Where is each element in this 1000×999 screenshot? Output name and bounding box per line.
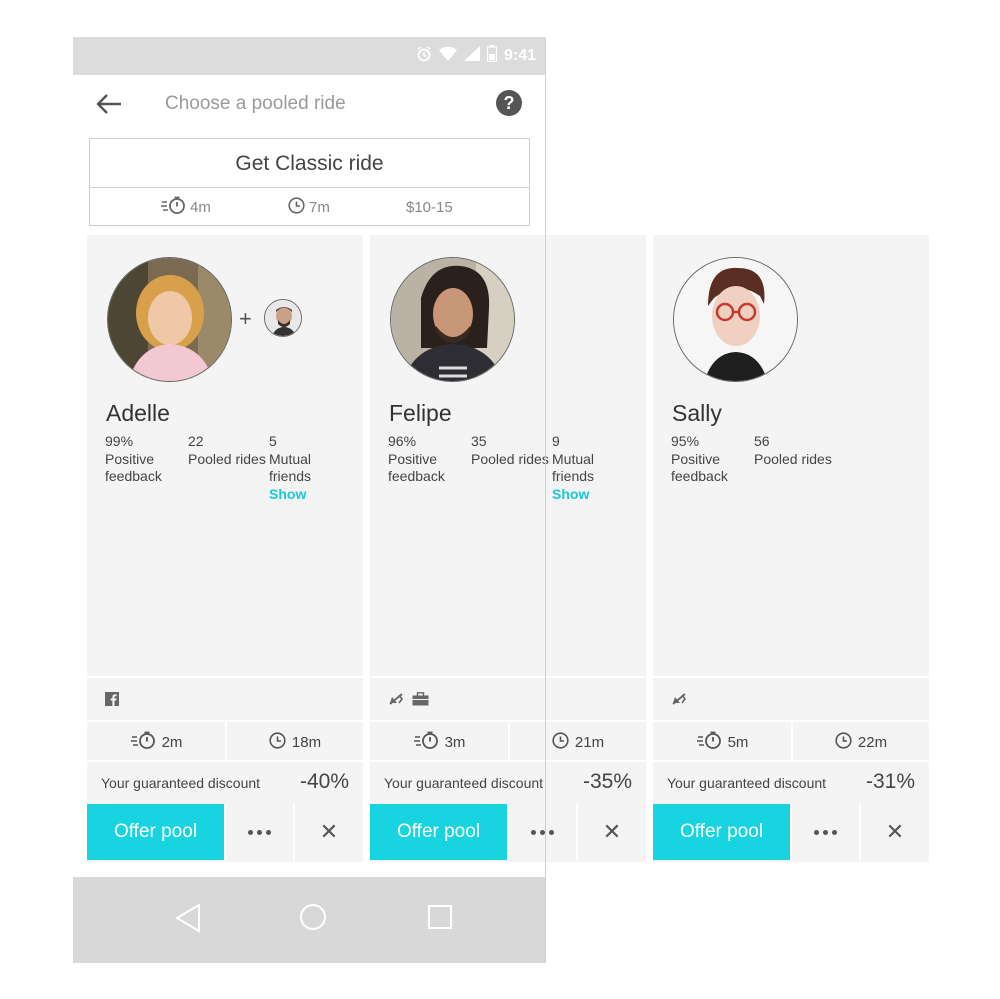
clock-icon [552, 731, 569, 753]
clock-icon [835, 731, 852, 753]
pickup-time: 2m [87, 722, 225, 762]
avatar [390, 257, 515, 382]
status-time: 9:41 [503, 47, 536, 64]
avatar [673, 257, 798, 382]
rides-stat: 56 Pooled rides [754, 433, 832, 467]
alarm-icon [416, 45, 432, 67]
ride-card[interactable]: + Adelle 99% Positive feedback 22 Pooled… [87, 235, 363, 862]
avatar [107, 257, 232, 382]
action-row: Offer pool ✕ [370, 804, 646, 862]
classic-ride-box: Get Classic ride 4m 7m $10-15 [89, 138, 530, 226]
nav-recents-icon[interactable] [428, 905, 452, 934]
nav-back-icon[interactable] [174, 903, 202, 938]
no-smoking-icon [671, 692, 687, 711]
no-smoking-icon [388, 692, 404, 711]
dismiss-button[interactable]: ✕ [861, 804, 929, 860]
app-header: Choose a pooled ride ? [73, 75, 546, 133]
ride-card[interactable]: Sally 95% Positive feedback 56 Pooled ri… [653, 235, 929, 862]
dismiss-button[interactable]: ✕ [578, 804, 646, 860]
plus-icon: + [239, 306, 252, 331]
offer-pool-button[interactable]: Offer pool [653, 804, 790, 860]
phone-edge-line [545, 37, 546, 963]
facebook-icon [105, 692, 119, 711]
ride-card[interactable]: Felipe 96% Positive feedback 35 Pooled r… [370, 235, 646, 862]
battery-icon [486, 45, 498, 67]
feedback-stat: 99% Positive feedback [105, 433, 162, 484]
pickup-time: 5m [653, 722, 791, 762]
driver-name: Adelle [106, 400, 170, 426]
briefcase-icon [412, 692, 429, 711]
ride-times-row: 5m 22m [653, 720, 929, 762]
status-bar: 9:41 [73, 37, 546, 75]
trip-time: 21m [510, 722, 646, 762]
classic-pickup-stat: 4m [160, 196, 211, 218]
feedback-stat: 96% Positive feedback [388, 433, 445, 484]
mutual-friends-stat: 9 Mutual friends Show [552, 433, 632, 503]
classic-price-stat: $10-15 [406, 198, 453, 216]
show-mutual-friends-link[interactable]: Show [552, 486, 632, 504]
help-icon[interactable]: ? [496, 90, 522, 116]
signal-icon [463, 46, 480, 66]
social-row [87, 676, 363, 720]
ride-times-row: 3m 21m [370, 720, 646, 762]
dismiss-button[interactable]: ✕ [295, 804, 363, 860]
clock-icon [288, 196, 305, 218]
social-row [653, 676, 929, 720]
offer-pool-button[interactable]: Offer pool [370, 804, 507, 860]
feedback-stat: 95% Positive feedback [671, 433, 728, 484]
more-options-button[interactable] [509, 804, 576, 860]
action-row: Offer pool ✕ [87, 804, 363, 862]
pickup-timer-icon [130, 731, 156, 753]
status-icons: 9:41 [416, 45, 536, 67]
discount-value: -31% [865, 770, 915, 793]
back-arrow-icon[interactable] [93, 89, 125, 121]
discount-row: Your guaranteed discount -31% [667, 770, 915, 793]
discount-row: Your guaranteed discount -40% [101, 770, 349, 793]
rides-stat: 35 Pooled rides [471, 433, 549, 467]
pickup-timer-icon [696, 731, 722, 753]
page-title: Choose a pooled ride [165, 93, 346, 114]
trip-time: 22m [793, 722, 929, 762]
rides-stat: 22 Pooled rides [188, 433, 266, 467]
ride-times-row: 2m 18m [87, 720, 363, 762]
android-nav-bar [73, 877, 546, 963]
discount-value: -40% [299, 770, 349, 793]
mutual-friends-stat: 5 Mutual friends Show [269, 433, 349, 503]
discount-value: -35% [582, 770, 632, 793]
driver-name: Felipe [389, 400, 452, 426]
action-row: Offer pool ✕ [653, 804, 929, 862]
driver-name: Sally [672, 400, 722, 426]
clock-icon [269, 731, 286, 753]
classic-ride-stats: 4m 7m $10-15 [90, 189, 529, 225]
wifi-icon [438, 46, 457, 66]
social-row [370, 676, 646, 720]
discount-row: Your guaranteed discount -35% [384, 770, 632, 793]
pickup-timer-icon [160, 196, 186, 218]
nav-home-icon[interactable] [299, 903, 327, 936]
show-mutual-friends-link[interactable]: Show [269, 486, 349, 504]
avatar-companion [264, 299, 302, 337]
classic-trip-stat: 7m [288, 196, 330, 218]
more-options-button[interactable] [792, 804, 859, 860]
more-options-button[interactable] [226, 804, 293, 860]
pickup-timer-icon [413, 731, 439, 753]
offer-pool-button[interactable]: Offer pool [87, 804, 224, 860]
trip-time: 18m [227, 722, 363, 762]
get-classic-ride-button[interactable]: Get Classic ride [90, 139, 529, 188]
pickup-time: 3m [370, 722, 508, 762]
